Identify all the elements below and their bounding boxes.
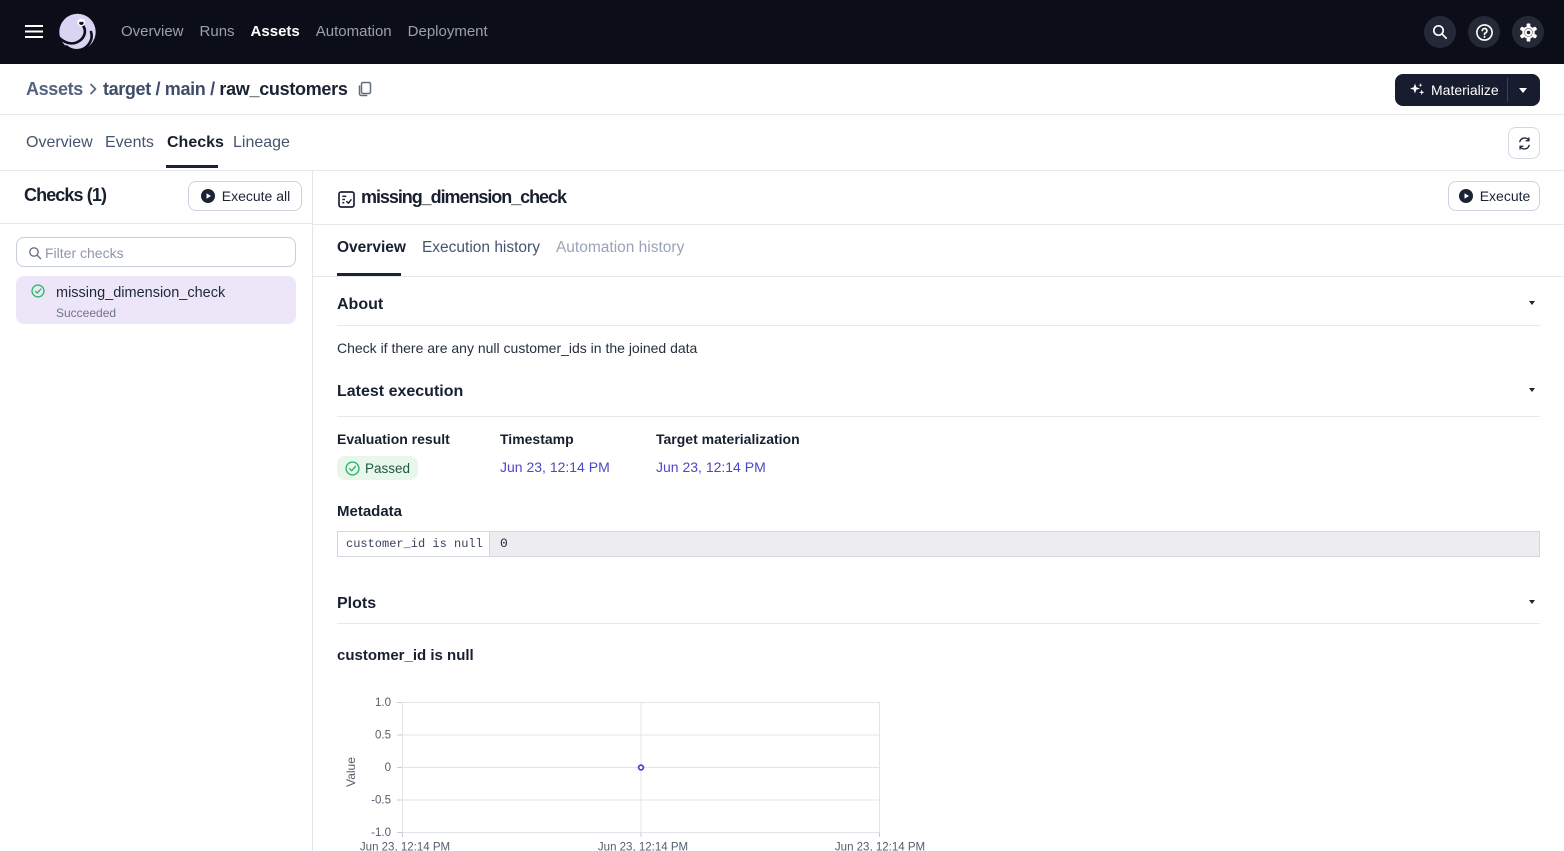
svg-text:0.5: 0.5 — [375, 730, 391, 742]
svg-text:1.0: 1.0 — [375, 697, 391, 709]
svg-text:Value: Value — [344, 757, 358, 787]
svg-text:0: 0 — [385, 762, 391, 774]
svg-text:Jun 23, 12:14 PM: Jun 23, 12:14 PM — [598, 842, 688, 851]
svg-text:Jun 23, 12:14 PM: Jun 23, 12:14 PM — [360, 842, 450, 851]
svg-text:-1.0: -1.0 — [371, 827, 391, 839]
svg-text:-0.5: -0.5 — [371, 795, 391, 807]
svg-text:Jun 23, 12:14 PM: Jun 23, 12:14 PM — [835, 842, 925, 851]
